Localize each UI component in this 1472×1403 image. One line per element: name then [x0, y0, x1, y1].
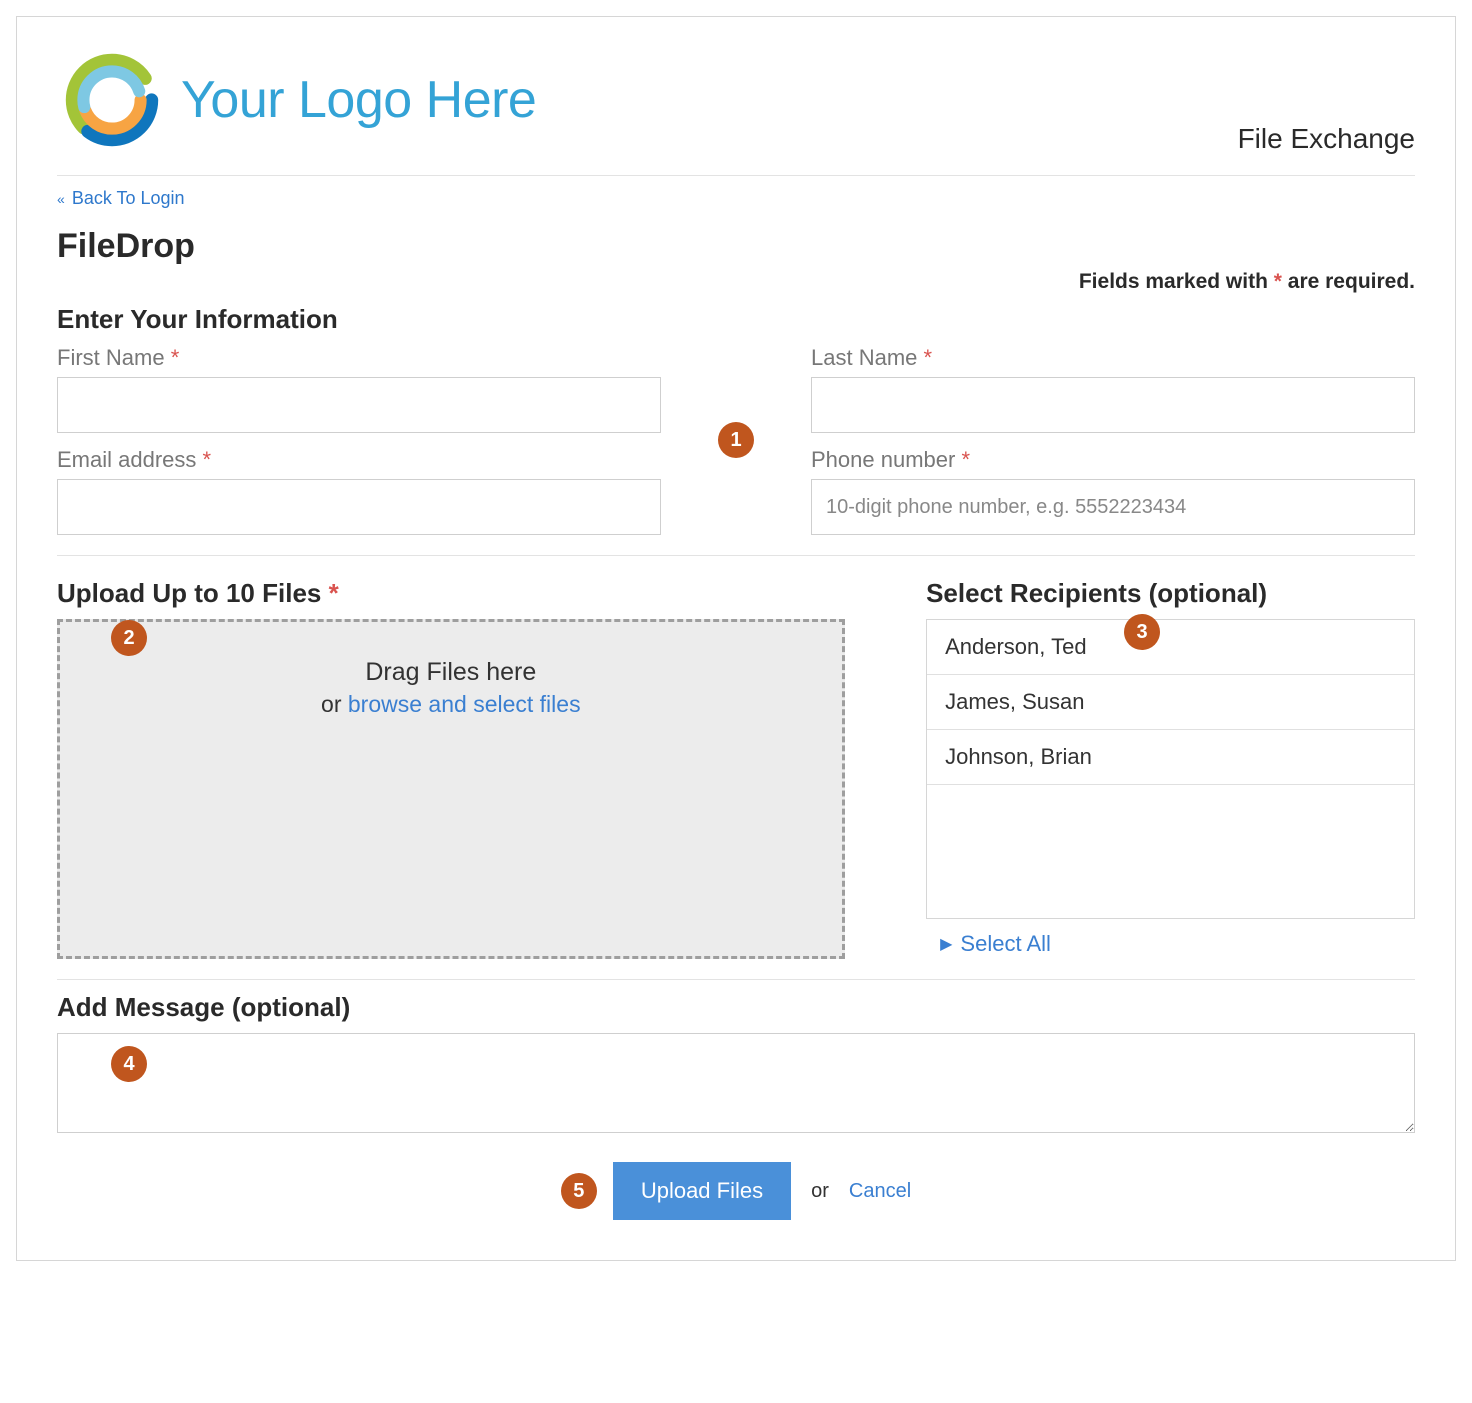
app-title: File Exchange [1238, 123, 1415, 155]
back-to-login-link[interactable]: « Back To Login [57, 188, 185, 209]
section-upload: Upload Up to 10 Files * [57, 578, 845, 609]
select-all-link[interactable]: Select All [960, 931, 1051, 957]
phone-label: Phone number * [811, 447, 1415, 473]
chevron-left-icon: « [57, 191, 65, 207]
recipient-item[interactable]: James, Susan [927, 675, 1414, 730]
brand-text: Your Logo Here [181, 70, 536, 130]
email-label: Email address * [57, 447, 661, 473]
section-enter-info: Enter Your Information [57, 304, 1415, 335]
upload-files-button[interactable]: Upload Files [613, 1162, 791, 1220]
dropzone-drag-text: Drag Files here [60, 658, 842, 687]
browse-files-link[interactable]: browse and select files [348, 691, 581, 717]
email-input[interactable] [57, 479, 661, 535]
cancel-link[interactable]: Cancel [849, 1180, 911, 1203]
last-name-input[interactable] [811, 377, 1415, 433]
back-link-label: Back To Login [72, 188, 185, 208]
callout-badge-1: 1 [718, 422, 754, 458]
or-text: or [811, 1180, 829, 1203]
divider [57, 555, 1415, 556]
recipient-item[interactable]: Anderson, Ted [927, 620, 1414, 675]
first-name-input[interactable] [57, 377, 661, 433]
section-message: Add Message (optional) [57, 992, 1415, 1023]
file-dropzone[interactable]: Drag Files here or browse and select fil… [57, 619, 845, 959]
message-textarea[interactable] [57, 1033, 1415, 1133]
recipients-list: Anderson, Ted James, Susan Johnson, Bria… [926, 619, 1415, 919]
required-note: Fields marked with * are required. [57, 270, 1415, 294]
callout-badge-2: 2 [111, 620, 147, 656]
triangle-right-icon: ▶ [940, 934, 952, 954]
phone-input[interactable] [811, 479, 1415, 535]
page-title: FileDrop [57, 227, 1415, 266]
divider [57, 979, 1415, 980]
first-name-label: First Name * [57, 345, 661, 371]
recipient-item[interactable]: Johnson, Brian [927, 730, 1414, 785]
callout-badge-3: 3 [1124, 614, 1160, 650]
brand-logo: Your Logo Here [57, 45, 536, 155]
callout-badge-4: 4 [111, 1046, 147, 1082]
last-name-label: Last Name * [811, 345, 1415, 371]
logo-icon [57, 45, 167, 155]
callout-badge-5: 5 [561, 1173, 597, 1209]
section-recipients: Select Recipients (optional) [926, 578, 1415, 609]
divider [57, 175, 1415, 176]
